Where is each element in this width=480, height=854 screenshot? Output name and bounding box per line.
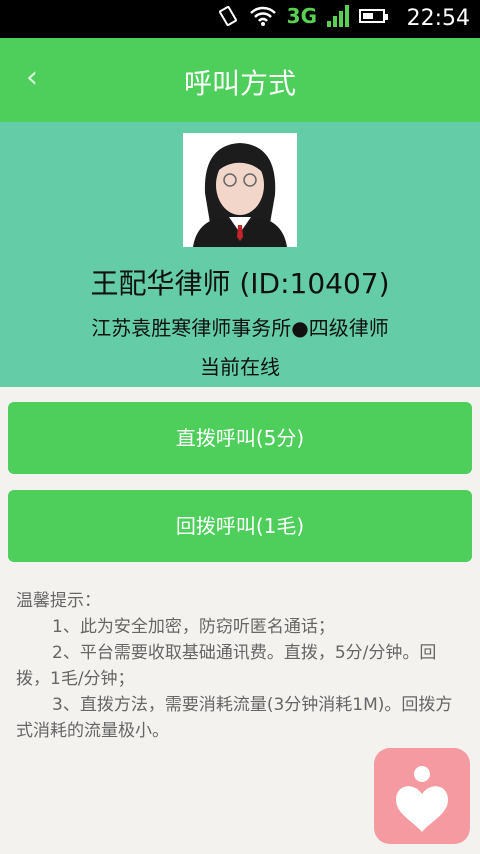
- online-status: 当前在线: [200, 355, 280, 379]
- lawyer-name: 王配华律师 (ID:10407): [90, 267, 390, 300]
- network-type: 3G: [286, 4, 317, 28]
- callback-button[interactable]: 回拨呼叫(1毛): [8, 490, 472, 562]
- wifi-icon: [249, 6, 276, 26]
- lawyer-firm-level: 江苏袁胜寒律师事务所●四级律师: [91, 316, 389, 340]
- tip-item: 3、直拨方法，需要消耗流量(3分钟消耗1M)。回拨方式消耗的流量极小。: [16, 695, 453, 741]
- signal-icon: [327, 5, 349, 27]
- status-icons: 3G: [217, 4, 388, 28]
- tips-title: 温馨提示：: [16, 591, 101, 611]
- clock: 22:54: [406, 6, 470, 31]
- tips-section: 温馨提示： 1、此为安全加密，防窃听匿名通话； 2、平台需要收取基础通讯费。直拨…: [16, 588, 466, 744]
- avatar: [183, 133, 297, 247]
- vibrate-icon: [218, 5, 237, 27]
- page-title: 呼叫方式: [183, 67, 296, 100]
- tip-item: 1、此为安全加密，防窃听匿名通话；: [52, 617, 335, 637]
- lawyer-photo: [183, 133, 297, 247]
- heart-person-icon: [396, 766, 448, 832]
- app-bar: ‹ 呼叫方式: [0, 38, 480, 122]
- lawyer-profile: 王配华律师 (ID:10407) 江苏袁胜寒律师事务所●四级律师 当前在线: [0, 122, 480, 387]
- heart-app-button[interactable]: [374, 748, 470, 844]
- tip-item: 2、平台需要收取基础通讯费。直拨，5分/分钟。回拨，1毛/分钟；: [16, 643, 437, 689]
- status-bar: 3G 22:54: [0, 0, 480, 38]
- direct-call-button[interactable]: 直拨呼叫(5分): [8, 402, 472, 474]
- battery-icon: [359, 9, 388, 23]
